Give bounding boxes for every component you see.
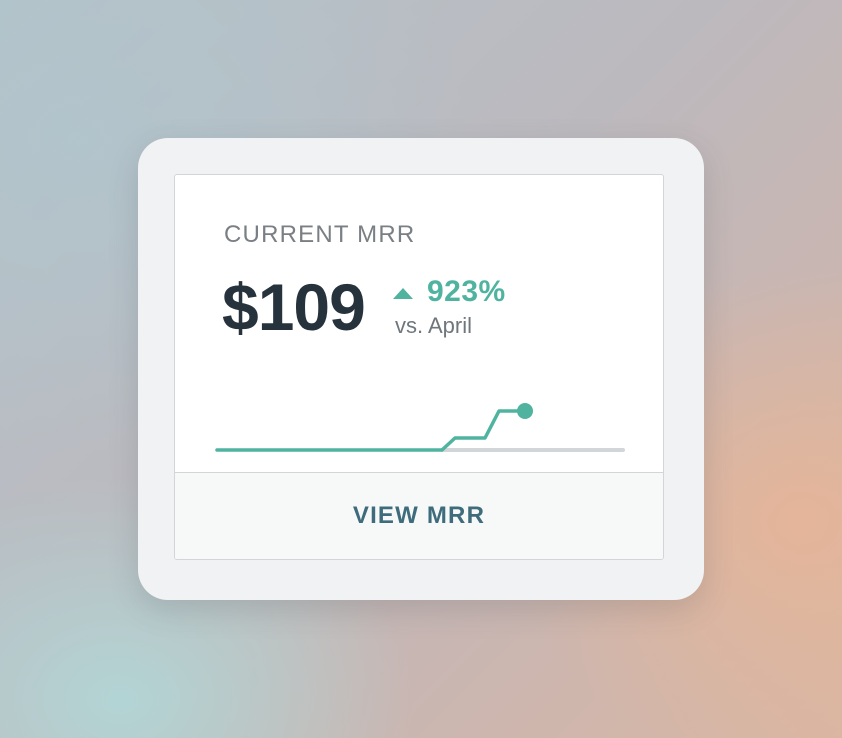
sparkline-current-point xyxy=(517,403,533,419)
metric-value: $109 xyxy=(222,270,366,344)
sparkline-trend-line xyxy=(215,409,527,452)
change-percent: 923% xyxy=(427,275,506,308)
mrr-widget: CURRENT MRR $109 923% vs. April VIEW MRR xyxy=(138,138,704,600)
change-indicator: 923% xyxy=(393,275,506,309)
mrr-card: CURRENT MRR $109 923% vs. April VIEW MRR xyxy=(174,174,664,560)
comparison-period: vs. April xyxy=(395,313,473,338)
arrow-up-icon xyxy=(393,287,413,299)
metric-label: CURRENT MRR xyxy=(224,221,416,248)
view-mrr-label: VIEW MRR xyxy=(352,502,486,529)
view-mrr-button[interactable]: VIEW MRR xyxy=(175,472,663,559)
mrr-sparkline xyxy=(215,403,625,452)
